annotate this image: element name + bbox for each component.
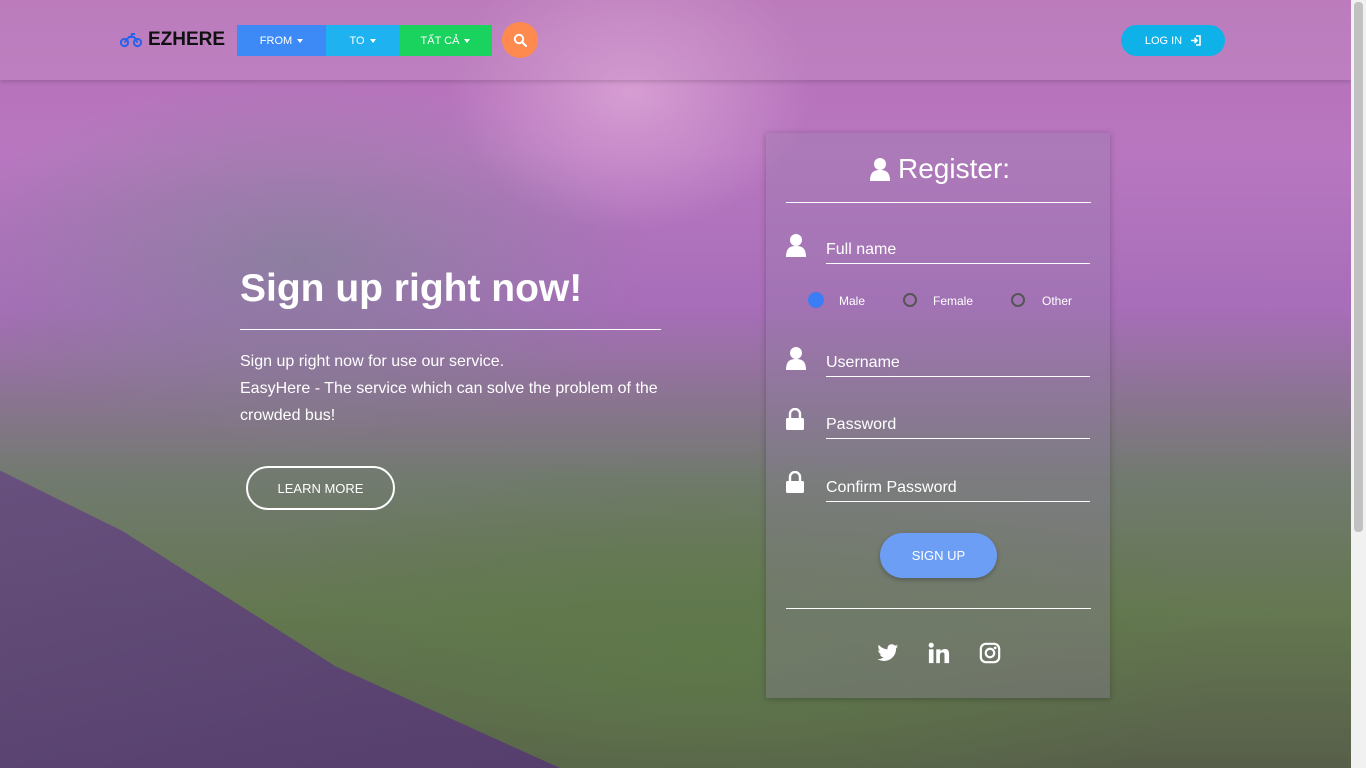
signup-button[interactable]: SIGN UP (880, 533, 997, 578)
page-scrollbar[interactable] (1351, 0, 1366, 768)
hero-description: Sign up right now for use our service. E… (240, 348, 670, 429)
register-title-divider (786, 202, 1091, 203)
user-icon (870, 158, 890, 181)
navbar: EZHERE FROM TO TẤT CẢ LOG IN (0, 0, 1351, 80)
all-label: TẤT CẢ (420, 34, 460, 47)
from-dropdown[interactable]: FROM (237, 25, 326, 56)
register-title: Register: (870, 152, 1010, 186)
to-label: TO (349, 34, 365, 47)
all-dropdown[interactable]: TẤT CẢ (399, 25, 492, 56)
gender-male-radio[interactable] (808, 292, 824, 308)
social-divider (786, 608, 1091, 609)
sign-in-icon (1191, 35, 1201, 46)
brand-name: EZHERE (148, 29, 226, 50)
gender-female-radio[interactable] (903, 293, 917, 307)
user-icon (786, 347, 806, 370)
instagram-icon[interactable] (979, 642, 1001, 664)
gender-female-label: Female (933, 294, 974, 308)
gender-other-radio[interactable] (1011, 293, 1025, 307)
hero-title: Sign up right now! (240, 267, 583, 310)
caret-down-icon (369, 38, 376, 43)
hero-line-2: EasyHere - The service which can solve t… (240, 380, 658, 424)
user-icon (786, 234, 806, 257)
scrollbar-thumb[interactable] (1354, 2, 1363, 532)
motorcycle-icon (120, 33, 142, 48)
confirm-password-input[interactable] (826, 475, 1090, 502)
caret-down-icon (297, 38, 304, 43)
learn-more-button[interactable]: LEARN MORE (246, 466, 395, 510)
twitter-icon[interactable] (877, 642, 899, 664)
lock-icon (786, 408, 804, 430)
fullname-input[interactable] (826, 237, 1090, 264)
gender-male-label: Male (839, 294, 866, 308)
password-input[interactable] (826, 412, 1090, 439)
gender-other-label: Other (1042, 294, 1073, 308)
caret-down-icon (464, 38, 471, 43)
background-image (0, 0, 1366, 768)
login-label: LOG IN (1144, 34, 1183, 47)
login-button[interactable]: LOG IN (1121, 25, 1225, 56)
hero-divider (240, 329, 661, 330)
search-icon (513, 33, 527, 47)
search-button[interactable] (502, 22, 538, 58)
brand[interactable]: EZHERE (120, 28, 225, 52)
to-dropdown[interactable]: TO (326, 25, 399, 56)
lock-icon (786, 471, 804, 493)
from-label: FROM (259, 34, 293, 47)
register-title-text: Register: (898, 153, 1011, 184)
username-input[interactable] (826, 350, 1090, 377)
hero-line-1: Sign up right now for use our service. (240, 353, 505, 370)
linkedin-icon[interactable] (928, 642, 950, 664)
